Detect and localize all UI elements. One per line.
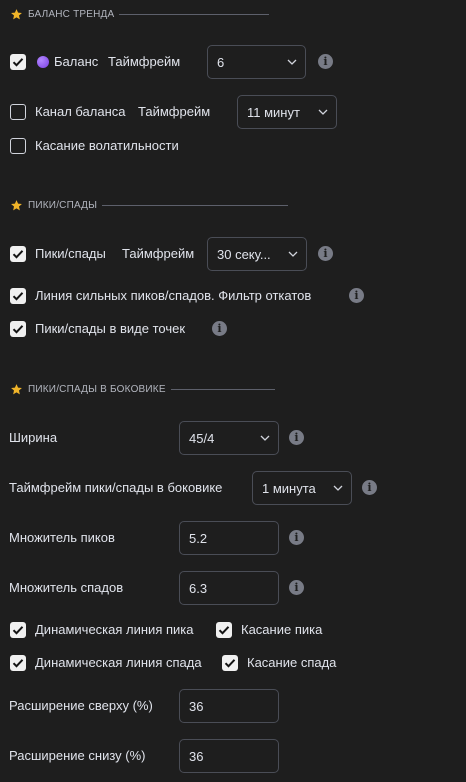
select-value: 11 минут xyxy=(247,104,300,120)
dots-checkbox[interactable] xyxy=(10,321,26,337)
section-header-sideways: ПИКИ/СПАДЫ В БОКОВИКЕ xyxy=(10,382,275,396)
section-header-balance-trend: БАЛАНС ТРЕНДА xyxy=(10,7,270,21)
info-icon[interactable]: i xyxy=(318,246,333,261)
balance-channel-checkbox[interactable] xyxy=(10,104,26,120)
info-icon[interactable]: i xyxy=(349,288,364,303)
chevron-down-icon xyxy=(288,251,298,257)
balance-channel-timeframe-select[interactable]: 11 минут xyxy=(237,95,337,129)
info-icon[interactable]: i xyxy=(318,54,333,69)
check-icon xyxy=(12,659,24,668)
info-icon[interactable]: i xyxy=(362,480,377,495)
width-label: Ширина xyxy=(9,430,58,445)
check-icon xyxy=(224,659,236,668)
volatility-touch-checkbox[interactable] xyxy=(10,138,26,154)
peak-touch-checkbox[interactable] xyxy=(216,622,232,638)
select-value: 45/4 xyxy=(189,430,215,446)
peaks-troughs-checkbox[interactable] xyxy=(10,246,26,262)
balance-channel-label: Канал баланса xyxy=(35,104,126,119)
dynamic-trough-line-label: Динамическая линия спада xyxy=(35,655,202,670)
expand-top-label: Расширение сверху (%) xyxy=(9,698,153,713)
trough-touch-label: Касание спада xyxy=(247,655,337,670)
expand-bottom-label: Расширение снизу (%) xyxy=(9,748,146,763)
info-icon[interactable]: i xyxy=(289,530,304,545)
divider xyxy=(170,388,275,390)
strong-line-label: Линия сильных пиков/спадов. Фильтр откат… xyxy=(35,288,312,303)
dynamic-peak-line-checkbox[interactable] xyxy=(10,622,26,638)
trough-multiplier-label: Множитель спадов xyxy=(9,580,124,595)
star-icon xyxy=(11,383,22,394)
input-value: 36 xyxy=(189,748,204,764)
dynamic-peak-line-label: Динамическая линия пика xyxy=(35,622,194,637)
select-value: 6 xyxy=(217,54,225,70)
balance-timeframe-select[interactable]: 6 xyxy=(207,45,306,79)
chevron-down-icon xyxy=(260,435,270,441)
balance-checkbox[interactable] xyxy=(10,54,26,70)
peak-multiplier-label: Множитель пиков xyxy=(9,530,115,545)
chevron-down-icon xyxy=(333,485,343,491)
width-select[interactable]: 45/4 xyxy=(179,421,279,455)
section-title: БАЛАНС ТРЕНДА xyxy=(28,8,115,20)
divider xyxy=(119,13,270,15)
check-icon xyxy=(12,58,24,67)
peaks-timeframe-label: Таймфрейм xyxy=(122,246,195,261)
balance-label: Баланс xyxy=(54,54,99,69)
dynamic-trough-line-checkbox[interactable] xyxy=(10,655,26,671)
check-icon xyxy=(12,626,24,635)
dots-label: Пики/спады в виде точек xyxy=(35,321,186,336)
chevron-down-icon xyxy=(287,59,297,65)
expand-bottom-input[interactable]: 36 xyxy=(179,739,279,773)
volatility-touch-label: Касание волатильности xyxy=(35,138,179,153)
check-icon xyxy=(12,325,24,334)
peak-multiplier-input[interactable]: 5.2 xyxy=(179,521,279,555)
check-icon xyxy=(12,292,24,301)
trough-multiplier-input[interactable]: 6.3 xyxy=(179,571,279,605)
section-title: ПИКИ/СПАДЫ xyxy=(28,199,98,211)
input-value: 5.2 xyxy=(189,530,208,546)
trough-touch-checkbox[interactable] xyxy=(222,655,238,671)
chevron-down-icon xyxy=(318,109,328,115)
info-icon[interactable]: i xyxy=(289,430,304,445)
balance-channel-timeframe-label: Таймфрейм xyxy=(138,104,211,119)
divider xyxy=(102,204,289,206)
select-value: 1 минута xyxy=(262,480,316,496)
balance-timeframe-label: Таймфрейм xyxy=(108,54,181,69)
peaks-troughs-label: Пики/спады xyxy=(35,246,106,261)
strong-line-checkbox[interactable] xyxy=(10,288,26,304)
star-icon xyxy=(11,8,22,19)
section-header-peaks: ПИКИ/СПАДЫ xyxy=(10,198,289,212)
section-title: ПИКИ/СПАДЫ В БОКОВИКЕ xyxy=(28,383,166,395)
expand-top-input[interactable]: 36 xyxy=(179,689,279,723)
check-icon xyxy=(218,626,230,635)
star-icon xyxy=(11,199,22,210)
check-icon xyxy=(12,250,24,259)
input-value: 36 xyxy=(189,698,204,714)
sideways-timeframe-select[interactable]: 1 минута xyxy=(252,471,352,505)
purple-dot-icon xyxy=(37,56,49,68)
info-icon[interactable]: i xyxy=(289,580,304,595)
input-value: 6.3 xyxy=(189,580,208,596)
peak-touch-label: Касание пика xyxy=(241,622,323,637)
peaks-timeframe-select[interactable]: 30 секу... xyxy=(207,237,307,271)
select-value: 30 секу... xyxy=(217,246,271,262)
sideways-timeframe-label: Таймфрейм пики/спады в боковике xyxy=(9,480,223,495)
info-icon[interactable]: i xyxy=(212,321,227,336)
